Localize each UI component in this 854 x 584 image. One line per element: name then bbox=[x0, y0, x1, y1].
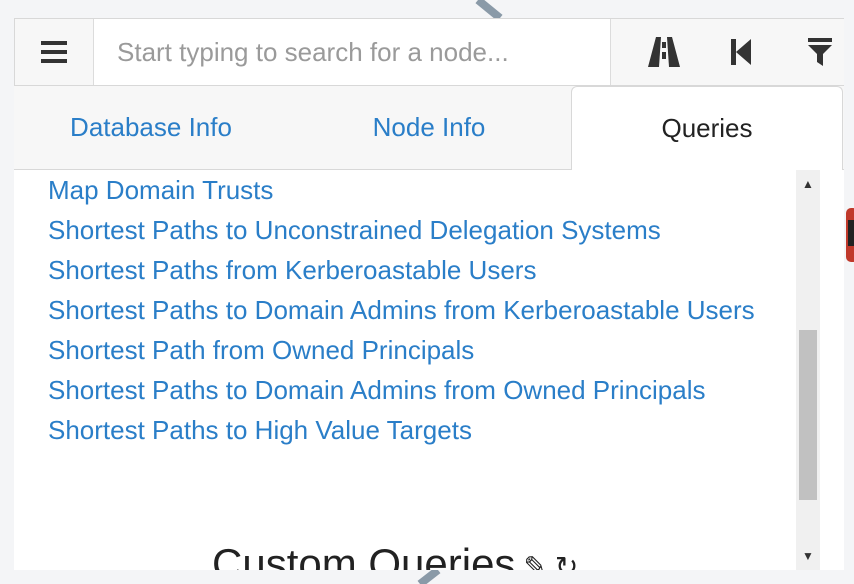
prebuilt-query-list: Map Domain Trusts Shortest Paths to Unco… bbox=[48, 170, 788, 450]
scroll-down-arrow-icon[interactable]: ▼ bbox=[796, 542, 820, 570]
scroll-thumb[interactable] bbox=[799, 330, 817, 500]
query-link[interactable]: Shortest Paths to Domain Admins from Ker… bbox=[48, 290, 788, 330]
pencil-icon[interactable]: ✎ bbox=[523, 551, 546, 570]
tab-bar: Database Info Node Info Queries bbox=[14, 86, 844, 170]
tab-label: Database Info bbox=[70, 112, 232, 142]
custom-queries-header: Custom Queries ✎ ↻ bbox=[212, 540, 578, 570]
tab-queries[interactable]: Queries bbox=[571, 86, 843, 170]
graph-edge bbox=[475, 0, 503, 22]
query-link[interactable]: Shortest Paths to Unconstrained Delegati… bbox=[48, 210, 788, 250]
custom-queries-title: Custom Queries bbox=[212, 540, 516, 570]
back-button[interactable] bbox=[703, 19, 779, 85]
step-backward-icon bbox=[731, 39, 751, 65]
tab-label: Node Info bbox=[372, 112, 486, 142]
search-bar bbox=[14, 18, 844, 86]
search-panel: Database Info Node Info Queries Map Doma… bbox=[14, 18, 844, 570]
graph-node bbox=[848, 220, 854, 246]
graph-edge bbox=[417, 566, 441, 584]
filter-button[interactable] bbox=[782, 19, 854, 85]
toolbar bbox=[610, 19, 844, 85]
menu-button[interactable] bbox=[15, 19, 94, 85]
pathfinding-button[interactable] bbox=[626, 19, 702, 85]
road-icon bbox=[648, 37, 680, 67]
query-link[interactable]: Shortest Path from Owned Principals bbox=[48, 330, 788, 370]
tab-node-info[interactable]: Node Info bbox=[288, 86, 570, 169]
query-link[interactable]: Shortest Paths to Domain Admins from Own… bbox=[48, 370, 788, 410]
tab-label: Queries bbox=[661, 113, 753, 143]
query-link[interactable]: Shortest Paths from Kerberoastable Users bbox=[48, 250, 788, 290]
query-link[interactable]: Map Domain Trusts bbox=[48, 170, 788, 210]
hamburger-menu-icon bbox=[41, 41, 67, 63]
refresh-icon[interactable]: ↻ bbox=[555, 551, 578, 570]
filter-icon bbox=[808, 38, 832, 66]
tab-database-info[interactable]: Database Info bbox=[14, 86, 288, 169]
queries-content: Map Domain Trusts Shortest Paths to Unco… bbox=[14, 170, 820, 570]
query-link[interactable]: Shortest Paths to High Value Targets bbox=[48, 410, 788, 450]
scroll-up-arrow-icon[interactable]: ▲ bbox=[796, 170, 820, 198]
search-input[interactable] bbox=[95, 19, 610, 85]
scrollbar[interactable]: ▲ ▼ bbox=[796, 170, 820, 570]
